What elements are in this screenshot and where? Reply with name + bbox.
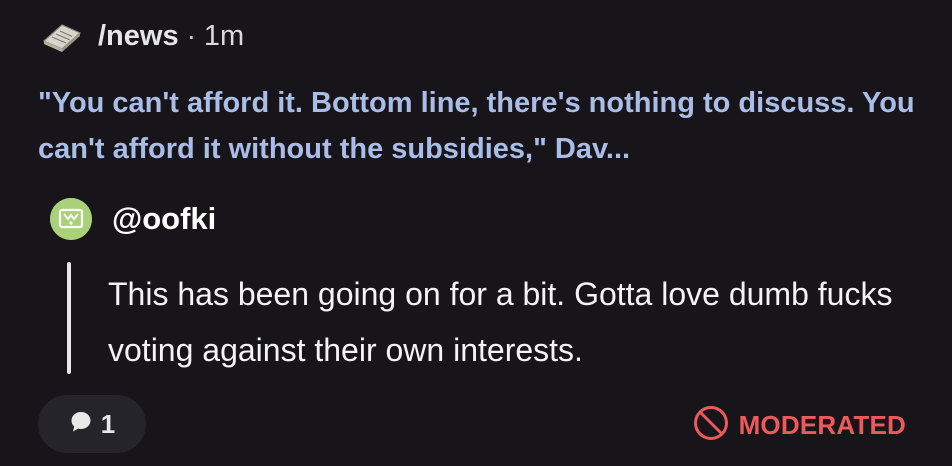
moderated-badge: MODERATED [693,405,906,445]
comment-body: This has been going on for a bit. Gotta … [108,276,893,368]
reply-count-button[interactable]: 1 [38,395,146,453]
post-title[interactable]: "You can't afford it. Bottom line, there… [38,80,918,172]
reply-count: 1 [100,408,116,439]
moderated-label: MODERATED [738,409,906,440]
prohibited-icon [693,405,729,446]
speech-bubble-icon [69,410,93,439]
post-header: /news · 1m [42,14,244,58]
comment-username[interactable]: @oofki [112,201,216,237]
avatar[interactable] [50,198,92,240]
post-timestamp: 1m [203,19,245,52]
post-card[interactable]: /news · 1m "You can't afford it. Bottom … [0,0,952,466]
comment-author-row[interactable]: @oofki [50,196,216,242]
separator-dot: · [186,20,196,51]
community-link[interactable]: /news [98,20,179,53]
comment-quote-bar [67,262,71,374]
newspaper-icon [42,19,82,53]
